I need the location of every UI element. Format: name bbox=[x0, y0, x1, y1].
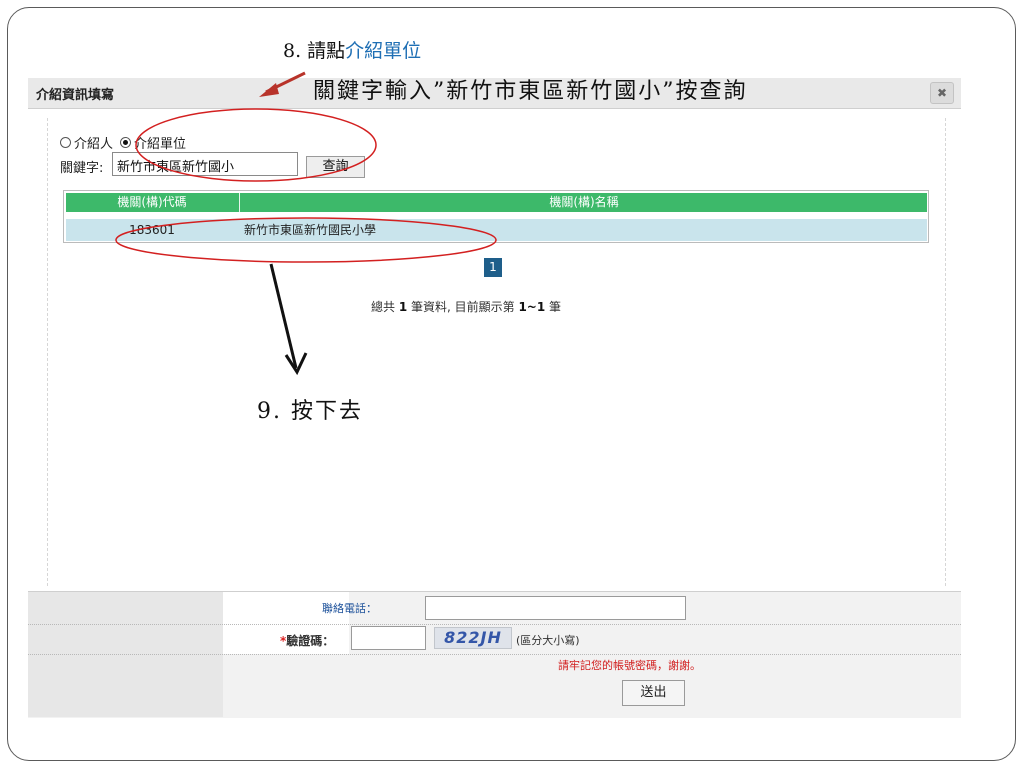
highlight-ellipse-search bbox=[135, 108, 377, 182]
black-arrow-icon bbox=[269, 263, 308, 376]
annotation-overlay bbox=[115, 71, 497, 376]
highlight-ellipse-result bbox=[115, 217, 497, 263]
red-arrow-icon bbox=[259, 71, 306, 97]
